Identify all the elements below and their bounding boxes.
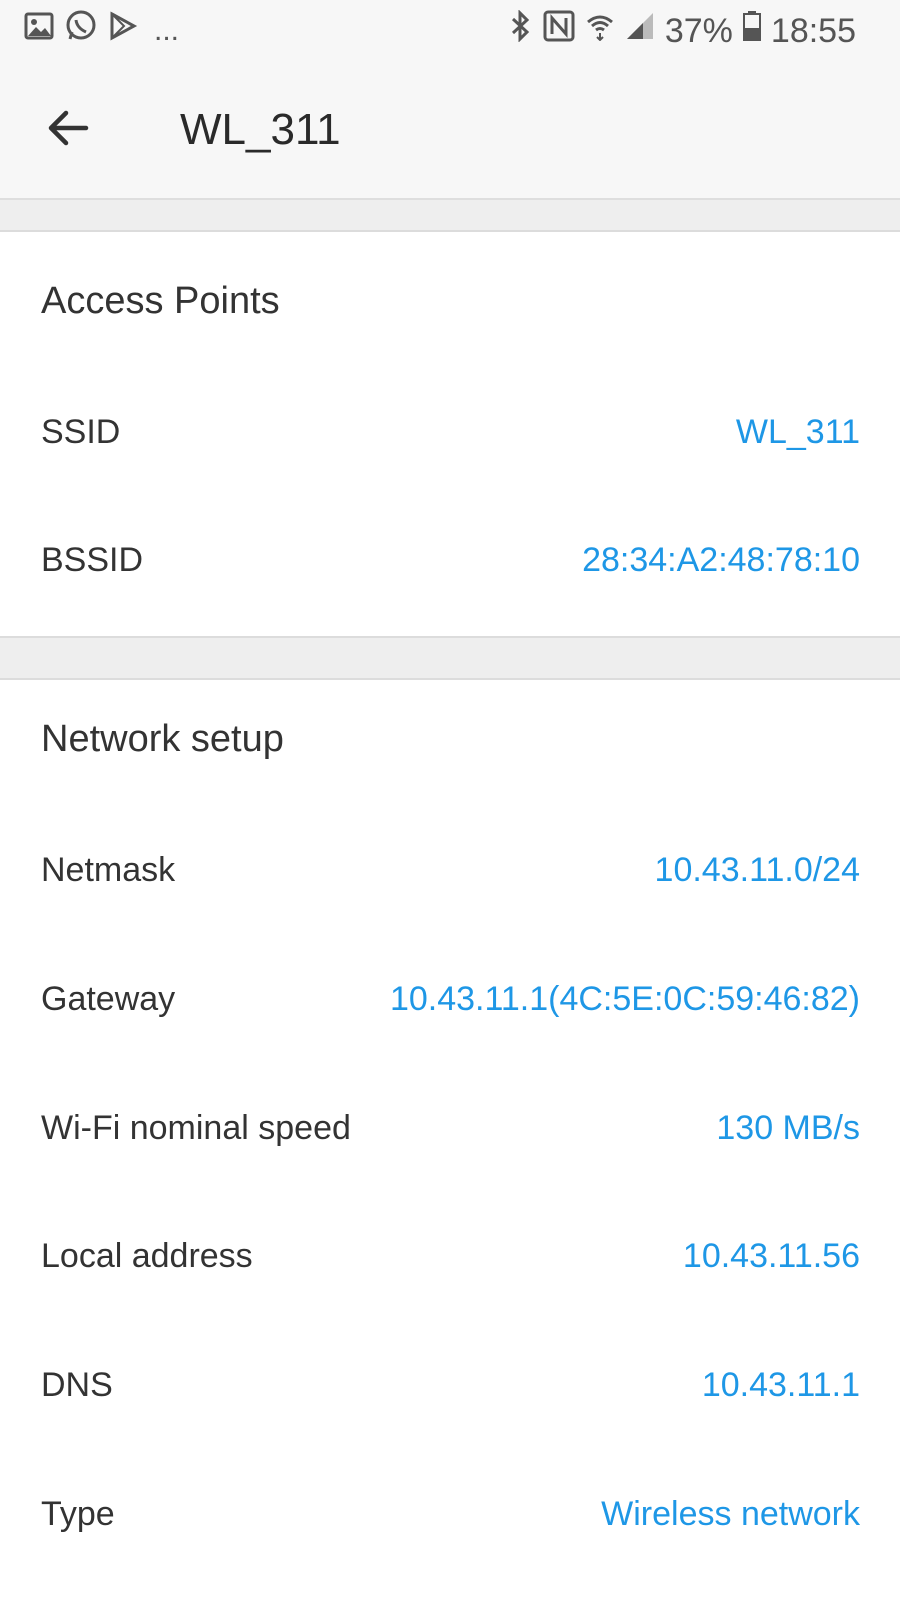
page-title: WL_311 <box>180 105 341 154</box>
notification-icons: ... <box>24 9 180 53</box>
gateway-value-link[interactable]: 10.43.11.1(4C:5E:0C:59:46:82) <box>390 969 860 1029</box>
row-wifi-speed: Wi-Fi nominal speed 130 MB/s <box>0 1098 900 1158</box>
row-label: Type <box>41 1495 115 1533</box>
bssid-value-link[interactable]: 28:34:A2:48:78:10 <box>582 530 860 590</box>
row-dns: DNS 10.43.11.1 <box>0 1355 900 1415</box>
app-bar: WL_311 <box>0 62 900 200</box>
netmask-value-link[interactable]: 10.43.11.0/24 <box>655 840 860 900</box>
row-label: Wi-Fi nominal speed <box>41 1109 351 1147</box>
gallery-icon <box>24 12 54 50</box>
row-label: Local address <box>41 1237 253 1275</box>
row-label: SSID <box>41 413 121 451</box>
whatsapp-icon <box>64 9 98 53</box>
battery-icon <box>742 11 761 51</box>
section-title-network-setup: Network setup <box>41 718 284 760</box>
section-title-access-points: Access Points <box>41 280 280 322</box>
signal-icon <box>625 11 655 51</box>
bluetooth-icon <box>509 9 533 52</box>
row-ssid: SSID WL_311 <box>0 402 900 462</box>
row-bssid: BSSID 28:34:A2:48:78:10 <box>0 530 900 590</box>
wifi-speed-value-link[interactable]: 130 MB/s <box>716 1098 860 1158</box>
row-netmask: Netmask 10.43.11.0/24 <box>0 840 900 900</box>
battery-percentage: 37% <box>664 12 733 50</box>
row-label: DNS <box>41 1366 113 1404</box>
row-label: Netmask <box>41 851 176 889</box>
nfc-icon <box>543 10 575 52</box>
local-address-value-link[interactable]: 10.43.11.56 <box>683 1226 860 1286</box>
status-bar: ... 37% 18:55 <box>0 0 900 62</box>
ssid-value-link[interactable]: WL_311 <box>736 402 860 462</box>
system-icons: 37% 18:55 <box>509 9 856 52</box>
row-label: BSSID <box>41 541 144 579</box>
section-divider <box>0 200 900 232</box>
back-button[interactable] <box>38 98 98 158</box>
arrow-left-icon <box>48 110 89 146</box>
row-local-address: Local address 10.43.11.56 <box>0 1226 900 1286</box>
play-store-icon <box>108 11 138 51</box>
clock: 18:55 <box>770 12 856 50</box>
dns-value-link[interactable]: 10.43.11.1 <box>702 1355 860 1415</box>
type-value-link[interactable]: Wireless network <box>601 1484 860 1544</box>
section-divider <box>0 636 900 680</box>
row-label: Gateway <box>41 980 176 1018</box>
row-type: Type Wireless network <box>0 1484 900 1544</box>
more-notifications-indicator: ... <box>154 14 180 47</box>
wifi-icon <box>585 11 615 51</box>
row-gateway: Gateway 10.43.11.1(4C:5E:0C:59:46:82) <box>0 969 900 1029</box>
